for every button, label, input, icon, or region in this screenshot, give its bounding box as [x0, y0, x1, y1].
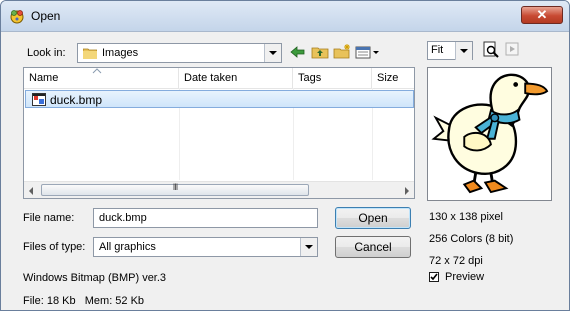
close-button[interactable]: ✕ [521, 6, 563, 24]
file-type-label: Files of type: [23, 241, 86, 253]
scrollbar-thumb[interactable]: III [41, 182, 309, 196]
zoom-fit-value: Fit [431, 44, 444, 56]
file-name-label: File name: [23, 212, 75, 224]
zoom-preview-icon[interactable] [482, 41, 500, 59]
look-in-value: Images [102, 47, 139, 59]
image-preview [427, 67, 552, 201]
column-header-tags[interactable]: Tags [293, 68, 372, 88]
cancel-button[interactable]: Cancel [335, 236, 411, 258]
file-name-input[interactable]: duck.bmp [93, 208, 318, 228]
image-dimensions: 130 x 138 pixel [429, 211, 503, 223]
column-header-size[interactable]: Size [372, 68, 414, 88]
chevron-down-icon[interactable] [264, 44, 281, 62]
file-list[interactable]: Name Date taken Tags Size duck.bmp III [23, 67, 415, 199]
view-menu-icon[interactable] [354, 42, 380, 62]
folder-icon [83, 48, 97, 59]
image-dpi: 72 x 72 dpi [429, 255, 483, 267]
up-folder-icon[interactable] [310, 42, 330, 62]
close-icon: ✕ [536, 7, 548, 22]
image-colors: 256 Colors (8 bit) [429, 233, 514, 245]
new-folder-icon[interactable] [332, 42, 352, 62]
zoom-fit-combo[interactable]: Fit [427, 41, 473, 60]
chevron-down-icon[interactable] [455, 42, 472, 60]
play-icon[interactable] [505, 41, 521, 57]
file-mem-info: File: 18 Kb Mem: 52 Kb [23, 295, 145, 307]
bitmap-file-icon [32, 93, 46, 106]
scroll-right-icon[interactable] [405, 187, 409, 195]
duck-preview-image [431, 73, 549, 194]
horizontal-scrollbar[interactable]: III [24, 181, 414, 198]
sort-ascending-icon [92, 68, 102, 74]
open-dialog: Open ✕ Look in: Images Name Date taken T… [0, 0, 570, 311]
title-bar[interactable]: Open ✕ [1, 1, 569, 32]
file-type-value: All graphics [99, 241, 156, 253]
open-button[interactable]: Open [335, 207, 411, 229]
file-type-select[interactable]: All graphics [93, 237, 318, 257]
list-header: Name Date taken Tags Size [24, 68, 414, 89]
look-in-combo[interactable]: Images [77, 43, 282, 63]
window-title: Open [31, 9, 61, 23]
list-item[interactable]: duck.bmp [25, 90, 414, 108]
app-icon [10, 10, 24, 24]
look-in-label: Look in: [27, 47, 66, 59]
format-info: Windows Bitmap (BMP) ver.3 [23, 272, 167, 284]
chevron-down-icon[interactable] [300, 238, 317, 256]
scroll-left-icon[interactable] [29, 187, 33, 195]
preview-checkbox[interactable] [429, 272, 439, 282]
scrollbar-grip: III [172, 182, 179, 192]
checkmark-icon [430, 273, 438, 281]
preview-label: Preview [445, 271, 485, 283]
back-arrow-icon[interactable] [288, 42, 308, 62]
file-name-cell: duck.bmp [50, 93, 103, 107]
column-header-date-taken[interactable]: Date taken [179, 68, 293, 88]
